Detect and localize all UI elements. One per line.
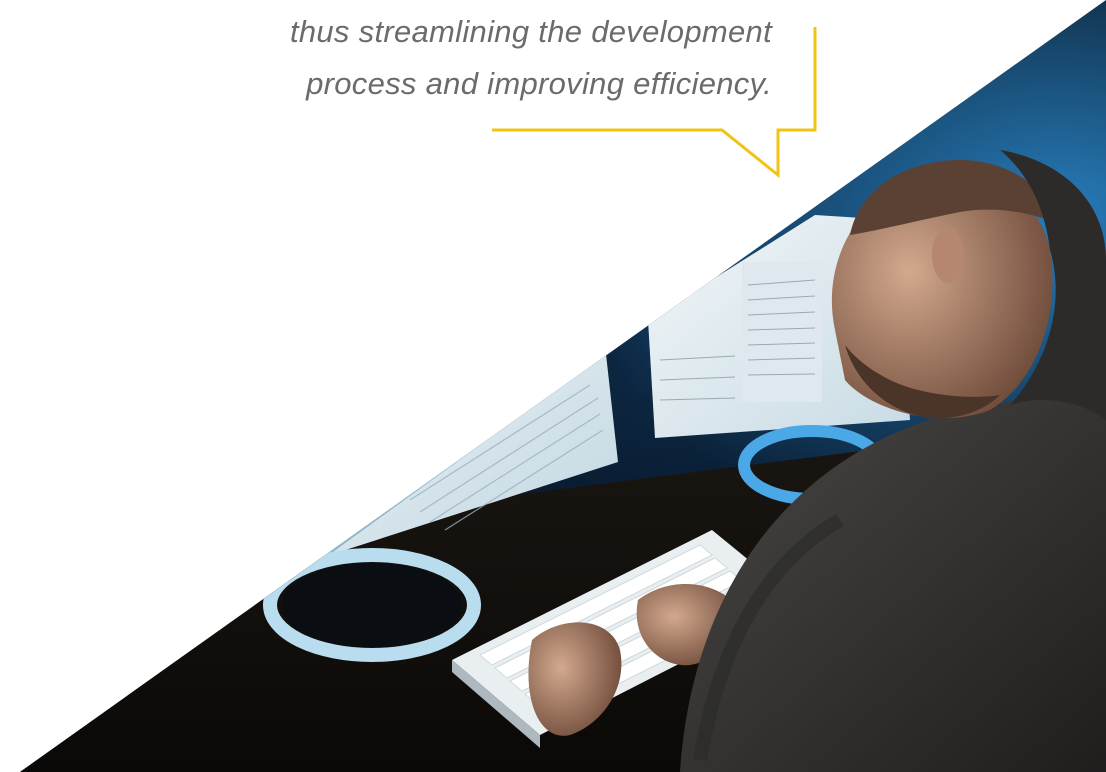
quote-text: thus streamlining the development proces… [290,6,772,110]
quote-line-2: process and improving efficiency. [306,66,772,101]
developer-photo [20,0,1106,772]
quote-line-1: thus streamlining the development [289,14,772,49]
page: thus streamlining the development proces… [0,0,1106,772]
